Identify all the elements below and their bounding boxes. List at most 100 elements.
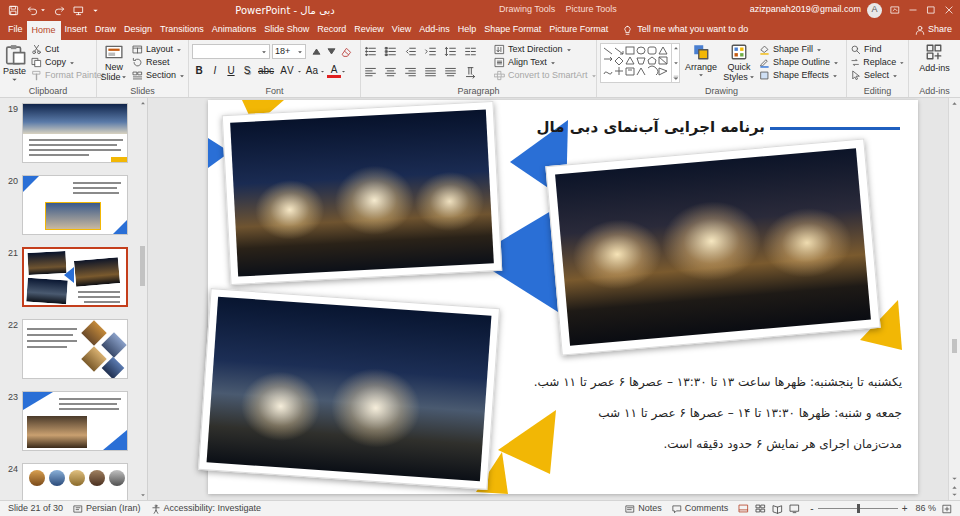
ribbon-tab[interactable]: Shape Format xyxy=(480,20,545,40)
scrollbar-thumb[interactable] xyxy=(140,246,145,286)
slide-text-line[interactable]: یکشنبه تا پنجشنبه: ظهرها ساعت ۱۳ تا ۱۳:۳… xyxy=(500,372,902,392)
align-text-button[interactable]: Align Text xyxy=(494,56,597,69)
font-size-field[interactable]: 18+ xyxy=(272,44,306,59)
slide-thumbnail[interactable] xyxy=(22,103,128,163)
section-button[interactable]: Section xyxy=(132,69,185,82)
ribbon-display-icon[interactable] xyxy=(890,5,900,15)
thumbnail-row[interactable]: 21 xyxy=(0,247,138,307)
quick-styles-button[interactable]: Quick Styles xyxy=(722,43,756,82)
ribbon-tab[interactable]: Transitions xyxy=(156,20,208,40)
slide-thumbnail[interactable] xyxy=(22,391,128,451)
decrease-indent-icon[interactable] xyxy=(404,45,417,58)
slide-text-line[interactable]: مدت‌زمان اجرای هر نمایش ۶ حدود دقیقه است… xyxy=(500,434,902,454)
replace-button[interactable]: Replace xyxy=(850,56,905,69)
ribbon-tab[interactable]: File xyxy=(4,20,27,40)
ribbon-tab[interactable]: Add-ins xyxy=(415,20,454,40)
font-format-button[interactable]: I xyxy=(208,64,222,78)
tell-me-box[interactable]: Tell me what you want to do xyxy=(622,20,748,40)
clear-formatting-icon[interactable] xyxy=(340,45,353,58)
bullets-icon[interactable] xyxy=(364,45,377,58)
zoom-out-button[interactable]: - xyxy=(810,501,813,516)
slide-photo[interactable] xyxy=(222,101,503,285)
align-center-icon[interactable] xyxy=(384,66,397,79)
undo-icon[interactable] xyxy=(27,5,38,16)
scroll-down-icon[interactable] xyxy=(673,60,679,66)
convert-smartart-button[interactable]: Convert to SmartArt xyxy=(494,69,597,82)
dropdown-icon[interactable] xyxy=(40,7,46,13)
thumbnail-row[interactable]: 22 xyxy=(0,319,138,379)
text-direction-ltr-icon[interactable] xyxy=(464,66,477,79)
thumbnail-row[interactable]: 23 xyxy=(0,391,138,451)
notes-button[interactable]: Notes xyxy=(625,502,662,516)
columns-icon[interactable] xyxy=(464,45,477,58)
comments-button[interactable]: Comments xyxy=(672,502,729,516)
new-slide-button[interactable]: New Slide xyxy=(100,43,128,82)
slide-title[interactable]: برنامه اجرایی آب‌نمای دبی مال xyxy=(537,116,765,139)
addins-button[interactable]: Add-ins xyxy=(919,43,950,85)
slide-photo[interactable] xyxy=(198,288,500,490)
line-spacing-icon[interactable] xyxy=(444,45,457,58)
font-name-field[interactable] xyxy=(192,44,270,59)
ribbon-tab[interactable]: Animations xyxy=(208,20,261,40)
shape-outline-button[interactable]: Shape Outline xyxy=(759,56,839,69)
slide-text-line[interactable]: جمعه و شنبه: ظهرها ۱۳:۳۰ تا ۱۴ – عصرها ۶… xyxy=(500,403,902,423)
slide-photo[interactable] xyxy=(545,138,880,355)
start-slideshow-icon[interactable] xyxy=(73,5,84,16)
font-format-button[interactable]: A xyxy=(327,64,346,78)
account-email[interactable]: azizpanah2019@gmail.com xyxy=(750,3,861,17)
scroll-up-icon[interactable] xyxy=(140,100,146,106)
fit-slide-icon[interactable] xyxy=(942,504,952,514)
slide-thumbnail[interactable] xyxy=(22,247,128,307)
align-left-icon[interactable] xyxy=(364,66,377,79)
close-icon[interactable] xyxy=(944,5,954,15)
ribbon-tab[interactable]: Slide Show xyxy=(260,20,313,40)
scrollbar-thumb[interactable] xyxy=(952,339,957,353)
accessibility-indicator[interactable]: Accessibility: Investigate xyxy=(151,502,262,516)
customize-icon[interactable] xyxy=(92,7,99,14)
font-format-button[interactable]: B xyxy=(192,64,206,78)
font-format-button[interactable]: abc xyxy=(256,64,276,78)
slideshow-icon[interactable] xyxy=(789,503,800,514)
ribbon-tab[interactable]: Insert xyxy=(61,20,92,40)
layout-button[interactable]: Layout xyxy=(132,43,185,56)
save-icon[interactable] xyxy=(8,5,19,16)
account-avatar[interactable]: A xyxy=(867,3,882,18)
slide[interactable]: برنامه اجرایی آب‌نمای دبی مال یکشنبه تا … xyxy=(208,100,918,494)
find-button[interactable]: Find xyxy=(850,43,905,56)
font-format-button[interactable]: S xyxy=(240,64,254,78)
ribbon-tab[interactable]: Home xyxy=(27,21,61,40)
shrink-font-icon[interactable] xyxy=(325,45,338,58)
scroll-down-icon[interactable] xyxy=(140,492,146,498)
select-button[interactable]: Select xyxy=(850,69,905,82)
zoom-level-label[interactable]: 86 % xyxy=(915,502,936,516)
paste-button[interactable]: Paste xyxy=(3,43,26,83)
cut-button[interactable]: Cut xyxy=(31,43,105,56)
scroll-up-icon[interactable] xyxy=(951,100,958,107)
next-slide-icon[interactable] xyxy=(951,491,958,498)
language-indicator[interactable]: Persian (Iran) xyxy=(73,502,141,516)
font-format-button[interactable]: Aa xyxy=(304,64,325,78)
ribbon-tab[interactable]: Help xyxy=(454,20,481,40)
text-direction-button[interactable]: Text Direction xyxy=(494,43,597,56)
shapes-gallery[interactable] xyxy=(600,43,680,83)
slide-thumbnail[interactable] xyxy=(22,175,128,235)
zoom-slider-thumb[interactable] xyxy=(857,504,860,513)
thumbnail-row[interactable]: 20 xyxy=(0,175,138,235)
font-format-button[interactable]: AV xyxy=(278,64,302,78)
slide-thumbnail[interactable] xyxy=(22,463,128,500)
justify-icon[interactable] xyxy=(424,66,437,79)
more-shapes-icon[interactable] xyxy=(673,75,679,81)
thumbnail-row[interactable]: 19 xyxy=(0,103,138,163)
distribute-icon[interactable] xyxy=(444,66,457,79)
grow-font-icon[interactable] xyxy=(310,45,323,58)
ribbon-tab[interactable]: Review xyxy=(350,20,388,40)
reset-button[interactable]: Reset xyxy=(132,56,185,69)
reading-view-icon[interactable] xyxy=(772,503,783,514)
redo-icon[interactable] xyxy=(54,5,65,16)
copy-button[interactable]: Copy xyxy=(31,56,105,69)
ribbon-tab[interactable]: Draw xyxy=(91,20,120,40)
thumbnail-row[interactable]: 24 xyxy=(0,463,138,500)
slide-text-box[interactable]: یکشنبه تا پنجشنبه: ظهرها ساعت ۱۳ تا ۱۳:۳… xyxy=(500,372,902,454)
scroll-down-icon[interactable] xyxy=(951,475,958,482)
scroll-up-icon[interactable] xyxy=(673,45,679,51)
